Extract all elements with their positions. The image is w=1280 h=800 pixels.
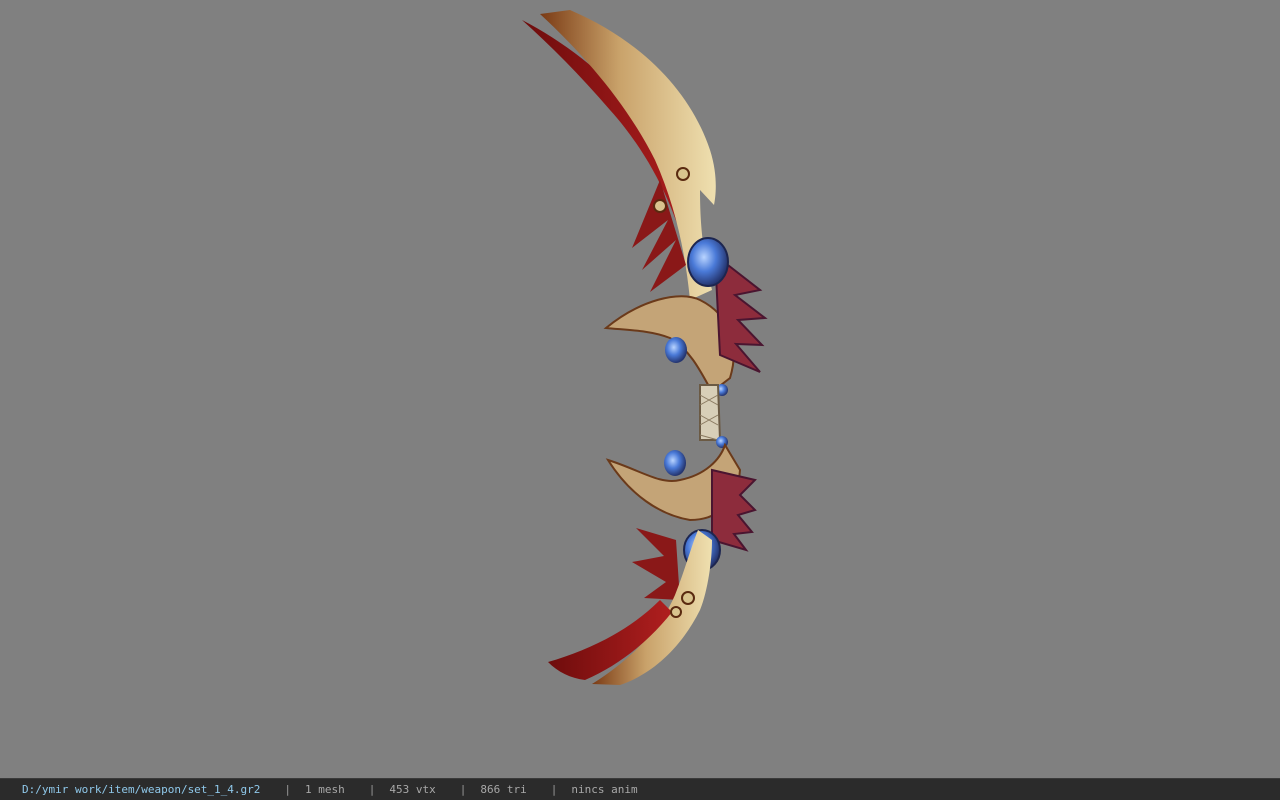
anim-status: nincs anim <box>571 783 638 796</box>
status-bar: D:/ymir work/item/weapon/set_1_4.gr2 | 1… <box>0 778 1280 800</box>
separator: | <box>550 783 558 796</box>
3d-viewport[interactable] <box>0 0 1280 778</box>
separator: | <box>284 783 292 796</box>
triangle-count: 866 tri <box>480 783 527 796</box>
separator: | <box>459 783 467 796</box>
lower-spikes <box>632 528 680 600</box>
vertex-count: 453 vtx <box>389 783 436 796</box>
lower-fins <box>711 468 757 552</box>
bow-handle <box>699 384 722 441</box>
mesh-count: 1 mesh <box>305 783 345 796</box>
separator: | <box>368 783 376 796</box>
bow-model <box>522 10 768 685</box>
file-path: D:/ymir work/item/weapon/set_1_4.gr2 <box>22 783 261 796</box>
